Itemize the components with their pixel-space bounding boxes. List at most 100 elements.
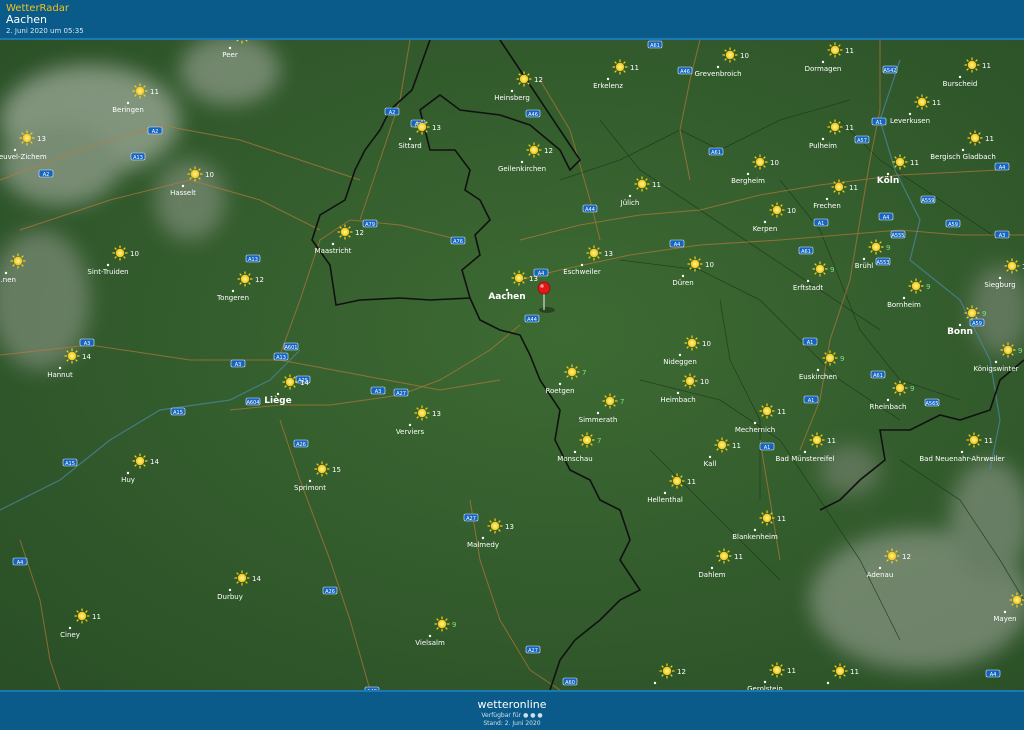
sun-icon xyxy=(113,246,128,261)
sun-icon xyxy=(603,394,618,409)
sun-icon xyxy=(813,262,828,277)
temperature-label: 13 xyxy=(432,410,441,418)
sun-core xyxy=(896,158,904,166)
temperature-label: 11 xyxy=(845,47,854,55)
city-name-label: Maastricht xyxy=(315,247,352,255)
city-name-label: Brühl xyxy=(855,262,874,270)
road-badge: A60 xyxy=(563,678,577,686)
sun-core xyxy=(826,354,834,362)
sun-icon xyxy=(527,143,542,158)
temperature-label: 13 xyxy=(37,135,46,143)
road-badge: A2 xyxy=(148,127,162,135)
sun-icon xyxy=(435,617,450,632)
sun-icon xyxy=(315,462,330,477)
sun-icon xyxy=(823,351,838,366)
sun-core xyxy=(606,397,614,405)
road-badge: A604 xyxy=(246,398,260,406)
city-name-label: Euskirchen xyxy=(799,373,837,381)
sun-icon xyxy=(965,58,980,73)
pin-shadow xyxy=(539,307,555,313)
city-name-label: Bad Münstereifel xyxy=(775,455,834,463)
temperature-label: 14 xyxy=(150,458,159,466)
temperature-label: 9 xyxy=(982,310,986,318)
road-label: A1 xyxy=(764,445,771,451)
sun-icon xyxy=(660,664,675,679)
location-pin-icon[interactable] xyxy=(538,282,550,294)
temperature-label: 13 xyxy=(529,275,538,283)
city-name-label: Köln xyxy=(877,176,900,186)
city-dot xyxy=(754,529,756,531)
city-name-label: Vielsalm xyxy=(415,639,445,647)
road-badge: A15 xyxy=(171,408,185,416)
temperature-label: 11 xyxy=(932,99,941,107)
city-name-label: Ciney xyxy=(60,631,80,639)
road-label: A61 xyxy=(801,249,811,255)
temperature-label: 11 xyxy=(845,124,854,132)
city-dot xyxy=(574,451,576,453)
temperature-label: 11 xyxy=(92,613,101,621)
temperature-label: 11 xyxy=(850,668,859,676)
road-badge: A46 xyxy=(678,67,692,75)
temperature-label: 11 xyxy=(732,442,741,450)
temperature-label: 9 xyxy=(830,266,834,274)
sun-icon xyxy=(770,663,785,678)
sun-core xyxy=(763,514,771,522)
temperature-label: 11 xyxy=(630,64,639,72)
city-dot xyxy=(887,173,889,175)
city-dot xyxy=(879,567,881,569)
road-label: A3 xyxy=(84,341,91,347)
road-badge: A79 xyxy=(363,220,377,228)
temperature-label: 10 xyxy=(740,52,749,60)
road-badge: A555 xyxy=(891,231,905,239)
city-name-label: Bonn xyxy=(947,327,973,337)
road-label: A13 xyxy=(133,155,143,161)
city-dot xyxy=(14,149,16,151)
city-dot xyxy=(961,451,963,453)
sun-core xyxy=(888,552,896,560)
availability-label: Verfügbar für xyxy=(481,712,521,719)
sun-core xyxy=(720,552,728,560)
sun-icon xyxy=(65,349,80,364)
road-label: A61 xyxy=(873,373,883,379)
road-badge: A542 xyxy=(883,66,897,74)
city-name-label: Beringen xyxy=(112,106,144,114)
road-label: A3 xyxy=(235,362,242,368)
road-label: A57 xyxy=(857,138,867,144)
sun-icon xyxy=(828,43,843,58)
sun-icon xyxy=(832,180,847,195)
road-label: A46 xyxy=(680,69,690,75)
road-badge: A1 xyxy=(872,118,886,126)
road-badge: A601 xyxy=(284,343,298,351)
sun-icon xyxy=(188,167,203,182)
temperature-label: 13 xyxy=(604,250,613,258)
city-dot xyxy=(826,198,828,200)
sun-core xyxy=(663,667,671,675)
road-label: A26 xyxy=(325,589,335,595)
city-dot xyxy=(959,324,961,326)
city-name-label: Dahlem xyxy=(698,571,725,579)
city-name-label: Sittard xyxy=(398,142,421,150)
city-dot xyxy=(804,451,806,453)
sun-core xyxy=(116,249,124,257)
sun-core xyxy=(191,170,199,178)
city-dot xyxy=(764,221,766,223)
sun-core xyxy=(1004,346,1012,354)
sun-icon xyxy=(1001,343,1016,358)
brand-logo[interactable]: wetteronline xyxy=(0,698,1024,711)
road-badge: A13 xyxy=(274,353,288,361)
sun-icon xyxy=(133,454,148,469)
temperature-label: 10 xyxy=(705,261,714,269)
city-name-label: Sint-Truiden xyxy=(87,268,128,276)
map-canvas[interactable]: A61A46A542A2A2A13A2A46A57A1A61A4A44A4A55… xyxy=(0,40,1024,690)
temperature-label: 11 xyxy=(910,159,919,167)
city-dot xyxy=(107,264,109,266)
temperature-label: 9 xyxy=(840,355,844,363)
city-name-label: Tongeren xyxy=(216,294,249,302)
sun-icon xyxy=(683,374,698,389)
temperature-label: 9 xyxy=(1018,347,1022,355)
city-dot xyxy=(909,113,911,115)
city-name-label: Kall xyxy=(704,460,717,468)
weather-map[interactable]: A61A46A542A2A2A13A2A46A57A1A61A4A44A4A55… xyxy=(0,40,1024,690)
sun-core xyxy=(835,183,843,191)
road-badge: A3 xyxy=(80,339,94,347)
